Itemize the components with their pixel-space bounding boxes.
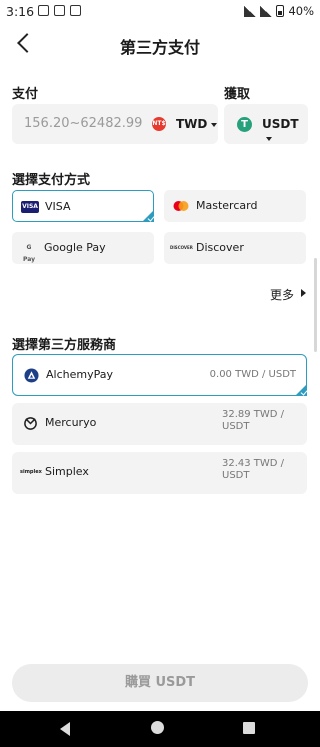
notification-icon <box>38 5 49 16</box>
provider-mercuryo[interactable]: Mercuryo 32.89 TWD / USDT <box>12 403 307 445</box>
status-bar: 3:16 40% <box>0 0 320 24</box>
twd-currency-icon: NT$ <box>152 117 166 131</box>
buy-usdt-button[interactable]: 購買 USDT <box>12 664 308 702</box>
status-time: 3:16 <box>6 4 35 19</box>
system-nav-bar <box>0 711 320 747</box>
payment-method-label-mastercard: Mastercard <box>196 199 258 212</box>
selected-check-icon <box>142 210 154 222</box>
receive-currency[interactable]: USDT <box>262 117 308 145</box>
alchemypay-icon <box>24 368 39 383</box>
provider-name: Mercuryo <box>45 416 97 429</box>
receive-currency-label: USDT <box>262 117 299 131</box>
chevron-down-icon <box>266 136 272 141</box>
system-icons: 40% <box>244 4 314 18</box>
mastercard-icon <box>172 200 190 212</box>
provider-label: 選擇第三方服務商 <box>12 338 117 353</box>
tether-icon: T <box>237 117 252 132</box>
simplex-icon: simplex <box>20 469 42 475</box>
payment-method-google-pay[interactable]: G Pay Google Pay <box>12 232 154 264</box>
selected-check-icon <box>295 384 307 396</box>
receive-label: 獲取 <box>224 87 251 102</box>
pay-amount-placeholder[interactable]: 156.20~62482.99 <box>24 116 142 131</box>
nav-recents-icon[interactable] <box>243 722 255 734</box>
provider-name: Simplex <box>45 465 89 478</box>
google-pay-icon: G Pay <box>22 244 35 263</box>
payment-method-label-discover: Discover <box>196 241 244 254</box>
more-methods-link[interactable]: 更多 <box>270 286 294 303</box>
visa-icon: VISA <box>21 201 39 213</box>
provider-alchemypay[interactable]: AlchemyPay 0.00 TWD / USDT <box>12 354 307 396</box>
pay-amount-field[interactable]: 156.20~62482.99 NT$ TWD <box>12 104 218 144</box>
mercuryo-icon <box>24 417 37 430</box>
payment-method-discover[interactable]: DISCOVER Discover <box>164 232 306 264</box>
provider-simplex[interactable]: simplex Simplex 32.43 TWD / USDT <box>12 452 307 494</box>
provider-rate: 32.43 TWD / USDT <box>222 458 285 481</box>
signal-icon <box>260 5 273 17</box>
pay-label: 支付 <box>12 87 39 102</box>
pay-currency-label: TWD <box>176 117 208 131</box>
caret-right-icon[interactable] <box>301 289 306 297</box>
battery-level: 40% <box>288 4 314 18</box>
provider-name: AlchemyPay <box>46 368 113 381</box>
payment-method-label-visa: VISA <box>45 200 71 213</box>
provider-rate: 32.89 TWD / USDT <box>222 409 285 432</box>
notification-icons <box>38 5 81 16</box>
notification-icon <box>54 5 65 16</box>
scrollbar[interactable] <box>314 258 317 352</box>
nav-back-icon[interactable] <box>60 722 70 736</box>
pay-currency-select[interactable]: TWD <box>176 117 218 131</box>
payment-method-label-google-pay: Google Pay <box>44 241 106 254</box>
discover-icon: DISCOVER <box>170 245 193 250</box>
payment-method-visa[interactable]: VISA VISA <box>12 190 154 222</box>
app-header: 第三方支付 <box>0 24 320 66</box>
page-title: 第三方支付 <box>119 38 200 57</box>
chevron-down-icon <box>211 122 218 127</box>
receive-currency-select[interactable]: T USDT <box>224 104 308 144</box>
nav-home-icon[interactable] <box>151 721 164 734</box>
battery-icon <box>276 5 285 17</box>
payment-method-mastercard[interactable]: Mastercard <box>164 190 306 222</box>
signal-icon <box>244 5 257 17</box>
notification-icon <box>70 5 81 16</box>
provider-rate: 0.00 TWD / USDT <box>209 369 296 380</box>
payment-method-label: 選擇支付方式 <box>12 173 91 188</box>
